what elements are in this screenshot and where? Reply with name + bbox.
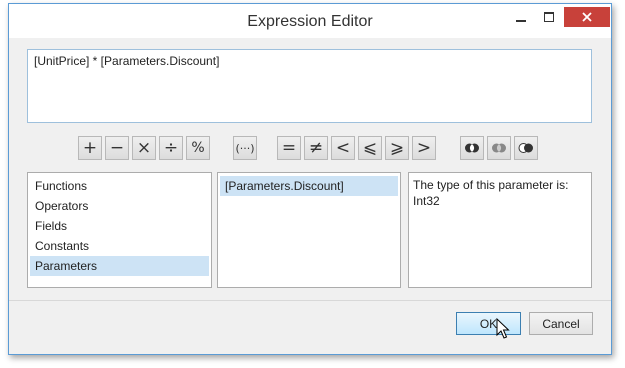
equal-button[interactable]: =: [277, 136, 301, 160]
maximize-icon: [544, 12, 554, 22]
plus-button[interactable]: +: [78, 136, 102, 160]
cancel-button[interactable]: Cancel: [529, 312, 593, 335]
description-text: The type of this parameter is: Int32: [413, 178, 569, 208]
ok-button[interactable]: OK: [456, 312, 521, 335]
greater-than-button[interactable]: >: [412, 136, 436, 160]
mouse-cursor-icon: [496, 318, 510, 339]
minimize-icon: [516, 20, 526, 22]
expression-editor-dialog: Expression Editor [UnitPrice] * [Paramet…: [8, 3, 612, 355]
description-panel: The type of this parameter is: Int32: [408, 172, 592, 288]
expression-input[interactable]: [UnitPrice] * [Parameters.Discount]: [27, 49, 592, 123]
logical-and-button[interactable]: [460, 136, 484, 160]
category-fields[interactable]: Fields: [30, 216, 209, 236]
minus-button[interactable]: −: [105, 136, 129, 160]
not-equal-button[interactable]: ≠: [304, 136, 328, 160]
close-button[interactable]: [564, 7, 610, 27]
maximize-button[interactable]: [537, 6, 561, 28]
venn-not-icon: [518, 143, 533, 153]
category-parameters[interactable]: Parameters: [30, 256, 209, 276]
greater-equal-button[interactable]: ⩾: [385, 136, 409, 160]
venn-and-icon: [465, 143, 479, 153]
logical-or-button[interactable]: [487, 136, 511, 160]
title-bar[interactable]: Expression Editor: [9, 4, 611, 38]
close-icon: [582, 12, 592, 22]
footer-divider: [9, 300, 611, 301]
category-constants[interactable]: Constants: [30, 236, 209, 256]
logical-not-button[interactable]: [514, 136, 538, 160]
category-list: Functions Operators Fields Constants Par…: [27, 172, 212, 288]
percent-button[interactable]: %: [186, 136, 210, 160]
category-operators[interactable]: Operators: [30, 196, 209, 216]
less-than-button[interactable]: <: [331, 136, 355, 160]
item-parameters-discount[interactable]: [Parameters.Discount]: [220, 176, 398, 196]
item-list: [Parameters.Discount]: [217, 172, 401, 288]
venn-or-icon: [492, 143, 506, 153]
divide-button[interactable]: ÷: [159, 136, 183, 160]
category-functions[interactable]: Functions: [30, 176, 209, 196]
less-equal-button[interactable]: ⩽: [358, 136, 382, 160]
multiply-button[interactable]: ×: [132, 136, 156, 160]
parentheses-button[interactable]: (···): [233, 136, 257, 160]
minimize-button[interactable]: [509, 6, 533, 28]
